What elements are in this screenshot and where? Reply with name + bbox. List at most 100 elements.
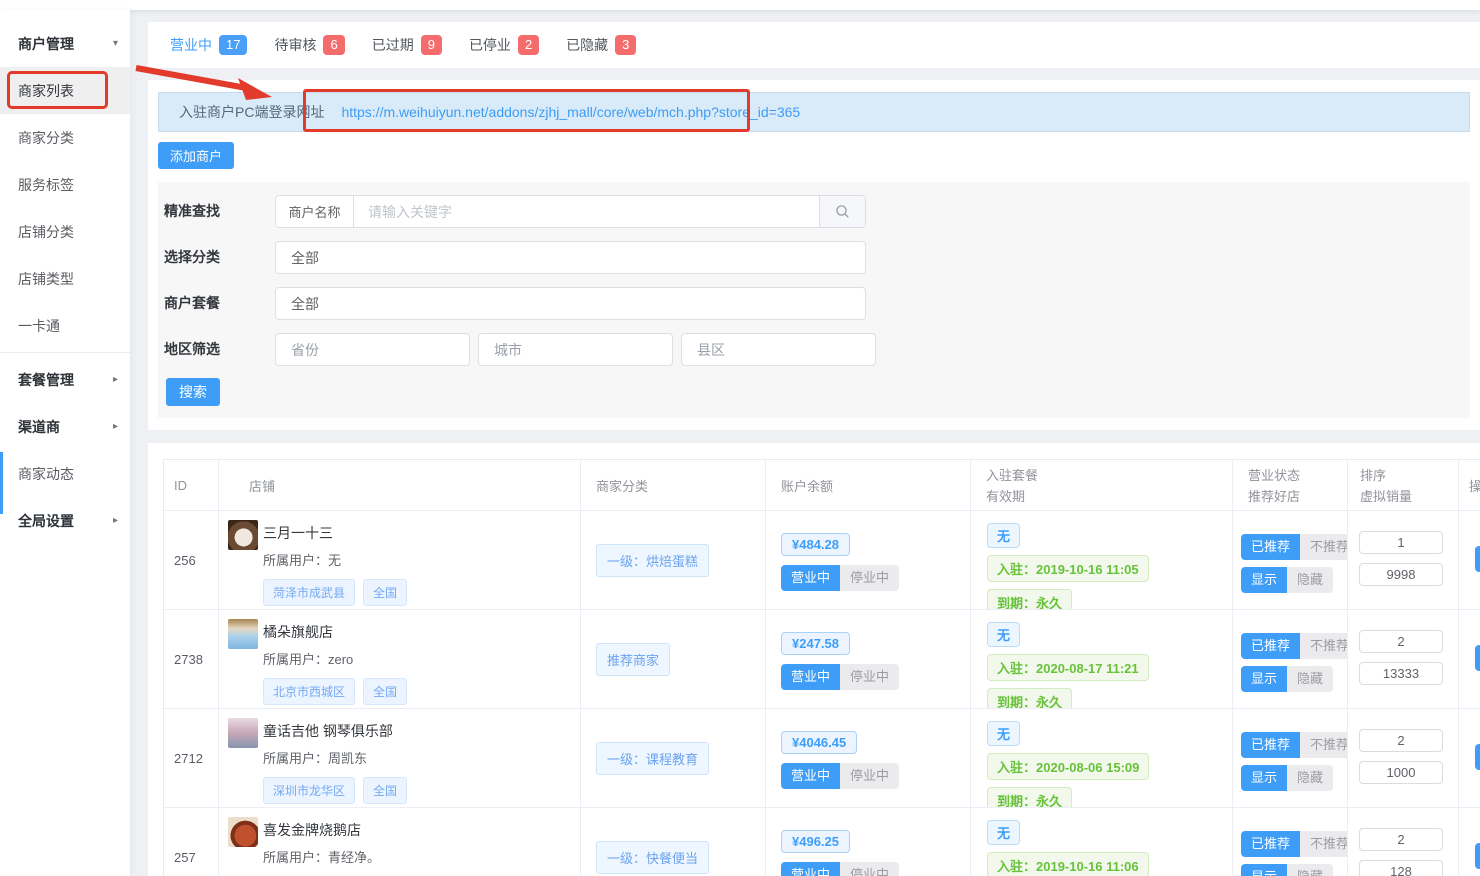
- balance-tag: ¥4046.45: [781, 731, 858, 754]
- package-tag: 无: [987, 523, 1021, 548]
- show-button[interactable]: 显示: [1241, 567, 1288, 593]
- table-header-row: ID 店铺 商家分类 账户余额 入驻套餐 有效期 营业状态 推荐好店 排序 虚拟销量 …: [164, 460, 1480, 511]
- store-name: 三月一十三: [263, 525, 333, 541]
- sidebar-item-service-tags[interactable]: 服务标签: [0, 161, 130, 208]
- hide-button[interactable]: 隐藏: [1287, 567, 1334, 593]
- tab-hidden[interactable]: 已隐藏 3: [566, 35, 637, 55]
- not-recommended-button[interactable]: 不推荐: [1300, 831, 1347, 857]
- sort-input[interactable]: [1359, 729, 1443, 752]
- status-open-button[interactable]: 营业中: [781, 763, 841, 789]
- merchant-table-panel: ID 店铺 商家分类 账户余额 入驻套餐 有效期 营业状态 推荐好店 排序 虚拟销量 …: [148, 443, 1480, 876]
- scope-tag: 全国: [363, 777, 408, 804]
- table-row: 2712 童话吉他 钢琴俱乐部 所属用户：周凯东 深圳市龙华区 全国 一级：课程…: [164, 709, 1480, 808]
- sidebar-item-label: 商家分类: [18, 129, 74, 146]
- merchant-login-url-label: 入驻商户PC端登录网址: [179, 104, 325, 120]
- sort-input[interactable]: [1359, 531, 1443, 554]
- keyword-input[interactable]: [354, 196, 819, 227]
- package-select[interactable]: 全部: [275, 287, 866, 320]
- recommended-button[interactable]: 已推荐: [1241, 534, 1301, 560]
- keyword-search-button[interactable]: [819, 196, 865, 227]
- row-action-button[interactable]: [1475, 744, 1480, 770]
- sort-input[interactable]: [1359, 828, 1443, 851]
- status-closed-button[interactable]: 停业中: [840, 565, 900, 591]
- keyword-type-select[interactable]: 商户名称: [276, 196, 354, 227]
- sidebar-item-label: 全局设置: [18, 512, 74, 529]
- sidebar-item-merchant-list[interactable]: 商家列表: [0, 67, 130, 114]
- show-button[interactable]: 显示: [1241, 666, 1288, 692]
- hide-button[interactable]: 隐藏: [1287, 864, 1334, 876]
- status-open-button[interactable]: 营业中: [781, 862, 841, 876]
- status-open-button[interactable]: 营业中: [781, 664, 841, 690]
- col-header-status: 推荐好店: [1248, 489, 1301, 504]
- tab-suspended[interactable]: 已停业 2: [468, 35, 540, 55]
- sidebar-divider: [0, 352, 130, 353]
- tab-label: 营业中: [170, 37, 212, 53]
- recommended-button[interactable]: 已推荐: [1241, 633, 1301, 659]
- sidebar-item-global-settings[interactable]: 全局设置 ▸: [0, 497, 130, 544]
- add-merchant-button[interactable]: 添加商户: [158, 142, 234, 169]
- sidebar-item-label: 店铺类型: [18, 270, 74, 287]
- expire-tag: 到期：永久: [987, 787, 1073, 807]
- tab-operating[interactable]: 营业中 17: [170, 35, 248, 55]
- merchant-id: 256: [164, 511, 219, 609]
- city-select[interactable]: 城市: [478, 333, 673, 366]
- sidebar-item-package-management[interactable]: 套餐管理 ▸: [0, 356, 130, 403]
- sidebar-item-merchant-category[interactable]: 商家分类: [0, 114, 130, 161]
- hide-button[interactable]: 隐藏: [1287, 765, 1334, 791]
- tab-label: 已停业: [468, 37, 511, 53]
- merchant-id: 2712: [164, 709, 219, 807]
- sidebar-item-merchant-management[interactable]: 商户管理 ▾: [0, 20, 130, 67]
- merchant-login-url-link[interactable]: https://m.weihuiyun.net/addons/zjhj_mall…: [341, 104, 800, 120]
- sidebar-item-store-type[interactable]: 店铺类型: [0, 255, 130, 302]
- county-select[interactable]: 县区: [681, 333, 876, 366]
- category-select[interactable]: 全部: [275, 241, 866, 274]
- join-date-tag: 入驻：2019-10-16 11:06: [987, 852, 1149, 876]
- col-header-id: ID: [174, 477, 187, 493]
- status-closed-button[interactable]: 停业中: [840, 664, 900, 690]
- sidebar-scrollbar[interactable]: [0, 452, 3, 514]
- status-closed-button[interactable]: 停业中: [840, 862, 900, 876]
- show-button[interactable]: 显示: [1241, 864, 1288, 876]
- status-open-button[interactable]: 营业中: [781, 565, 841, 591]
- sidebar-item-one-card[interactable]: 一卡通: [0, 302, 130, 349]
- virtual-sales-input[interactable]: [1359, 860, 1443, 876]
- virtual-sales-input[interactable]: [1359, 761, 1443, 784]
- chevron-right-icon: ▸: [112, 421, 118, 432]
- recommend-toggle: 已推荐 不推荐: [1241, 633, 1347, 659]
- not-recommended-button[interactable]: 不推荐: [1300, 633, 1347, 659]
- tab-expired[interactable]: 已过期 9: [372, 35, 442, 55]
- row-action-button[interactable]: [1475, 546, 1480, 572]
- recommended-button[interactable]: 已推荐: [1241, 732, 1301, 758]
- row-action-button[interactable]: [1475, 843, 1480, 869]
- sidebar-item-label: 店铺分类: [18, 223, 74, 240]
- balance-tag: ¥247.58: [781, 632, 850, 655]
- recommended-button[interactable]: 已推荐: [1241, 831, 1301, 857]
- chevron-down-icon: ▾: [112, 38, 118, 49]
- store-thumbnail: [228, 619, 258, 649]
- not-recommended-button[interactable]: 不推荐: [1300, 534, 1347, 560]
- top-bar: [0, 0, 1480, 10]
- sidebar-item-channel-dealer[interactable]: 渠道商 ▸: [0, 403, 130, 450]
- not-recommended-button[interactable]: 不推荐: [1300, 732, 1347, 758]
- show-button[interactable]: 显示: [1241, 765, 1288, 791]
- status-closed-button[interactable]: 停业中: [840, 763, 900, 789]
- region-tag: 北京市西城区: [263, 678, 356, 705]
- virtual-sales-input[interactable]: [1359, 662, 1443, 685]
- tab-count-badge: 2: [517, 35, 540, 55]
- province-select[interactable]: 省份: [275, 333, 470, 366]
- tab-pending-review[interactable]: 待审核 6: [274, 35, 345, 55]
- virtual-sales-input[interactable]: [1359, 563, 1443, 586]
- table-row: 257 喜发金牌烧鹅店 所属用户：青经净。 揭阳市普宁市 全国 一级：快餐便当 …: [164, 808, 1480, 876]
- sidebar-item-label: 渠道商: [18, 418, 60, 435]
- merchant-table: ID 店铺 商家分类 账户余额 入驻套餐 有效期 营业状态 推荐好店 排序 虚拟销量 …: [163, 459, 1480, 876]
- sort-input[interactable]: [1359, 630, 1443, 653]
- sidebar-item-merchant-news[interactable]: 商家动态: [0, 450, 130, 497]
- tab-label: 已隐藏: [566, 37, 609, 53]
- row-action-button[interactable]: [1475, 645, 1480, 671]
- search-button[interactable]: 搜索: [166, 378, 220, 406]
- business-status-toggle: 营业中 停业中: [781, 664, 900, 690]
- hide-button[interactable]: 隐藏: [1287, 666, 1334, 692]
- package-tag: 无: [987, 820, 1021, 845]
- store-name: 橘朵旗舰店: [263, 624, 333, 640]
- sidebar-item-store-category[interactable]: 店铺分类: [0, 208, 130, 255]
